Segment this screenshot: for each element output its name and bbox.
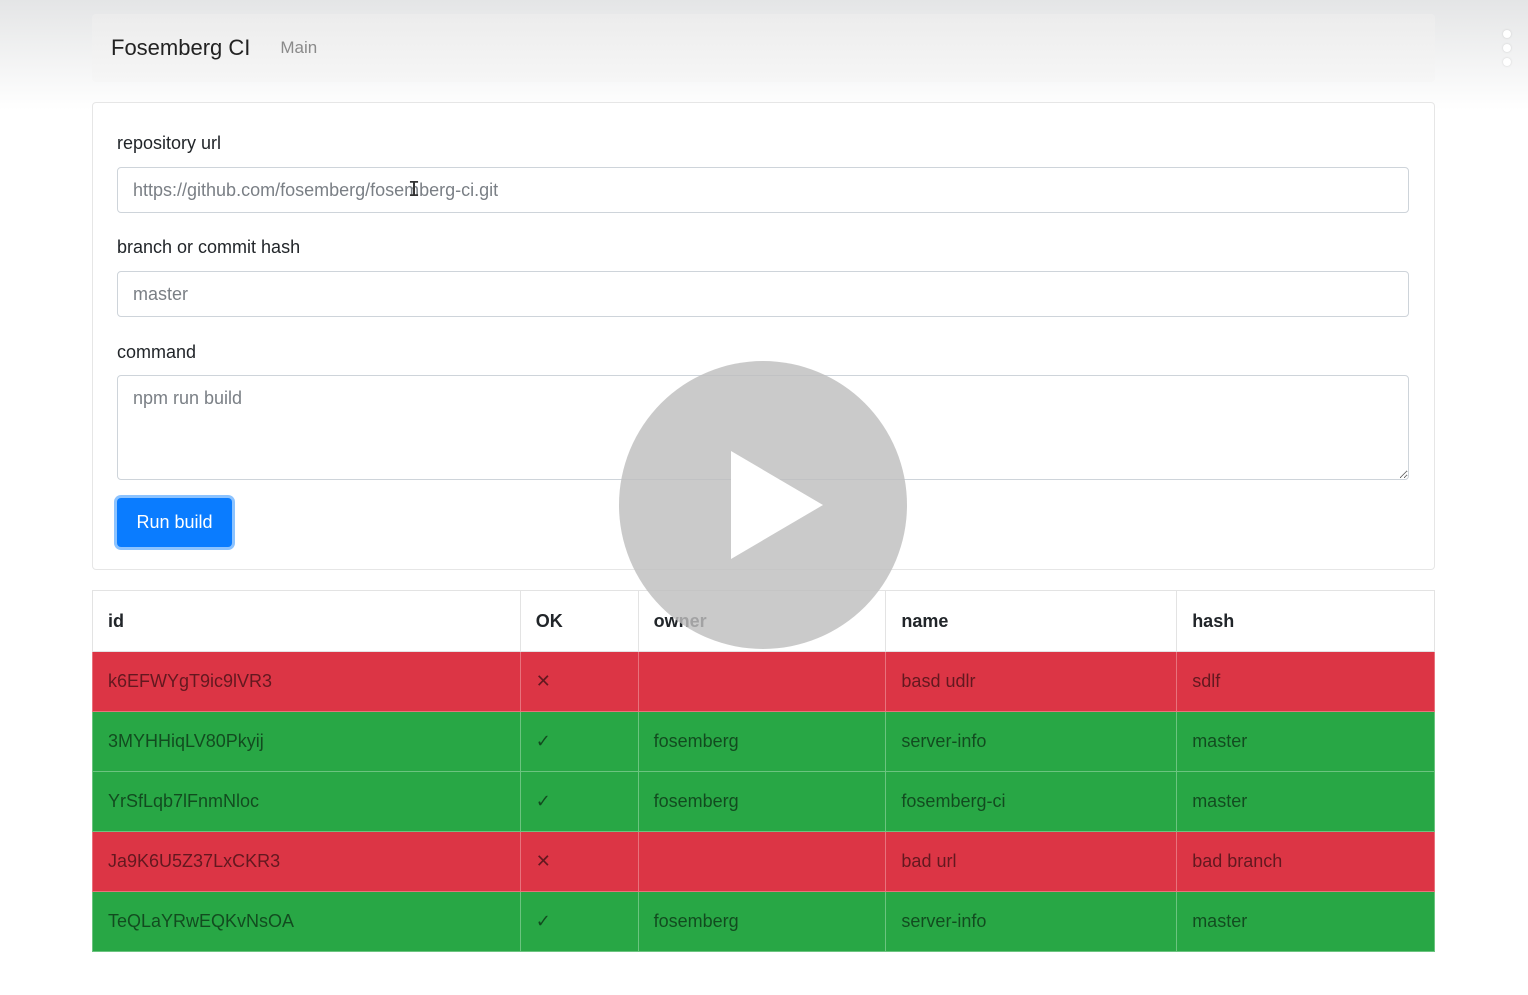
build-owner: fosemberg: [637, 771, 887, 832]
column-header-hash: hash: [1176, 590, 1435, 652]
build-owner: [637, 651, 887, 712]
status-fail-icon: ✕: [519, 831, 639, 892]
command-label: command: [117, 342, 197, 362]
build-id: k6EFWYgT9ic9lVR3: [92, 651, 521, 712]
build-owner: [637, 831, 887, 892]
branch-input[interactable]: [117, 271, 1409, 317]
table-row[interactable]: 3MYHHiqLV80Pkyij ✓ fosemberg server-info…: [92, 711, 1435, 772]
build-id: YrSfLqb7lFnmNloc: [92, 771, 521, 832]
build-name: server-info: [885, 711, 1178, 772]
build-hash: master: [1176, 771, 1435, 832]
brand[interactable]: Fosemberg CI: [111, 35, 250, 61]
build-name: bad url: [885, 831, 1178, 892]
build-hash: bad branch: [1176, 831, 1435, 892]
nav-link-main[interactable]: Main: [280, 38, 317, 58]
table-row[interactable]: TeQLaYRwEQKvNsOA ✓ fosemberg server-info…: [92, 891, 1435, 952]
column-header-id: id: [92, 590, 521, 652]
build-name: basd udlr: [885, 651, 1178, 712]
repo-url-label: repository url: [117, 133, 222, 153]
column-header-name: name: [885, 590, 1178, 652]
build-name: fosemberg-ci: [885, 771, 1178, 832]
status-ok-icon: ✓: [519, 711, 639, 772]
navbar: Fosemberg CI Main: [92, 14, 1435, 82]
table-row[interactable]: Ja9K6U5Z37LxCKR3 ✕ bad url bad branch: [92, 831, 1435, 892]
build-id: 3MYHHiqLV80Pkyij: [92, 711, 521, 772]
build-name: server-info: [885, 891, 1178, 952]
build-id: Ja9K6U5Z37LxCKR3: [92, 831, 521, 892]
table-row[interactable]: YrSfLqb7lFnmNloc ✓ fosemberg fosemberg-c…: [92, 771, 1435, 832]
play-icon[interactable]: [619, 361, 907, 649]
status-ok-icon: ✓: [519, 891, 639, 952]
build-owner: fosemberg: [637, 711, 887, 772]
run-build-button[interactable]: Run build: [117, 498, 232, 547]
text-cursor-icon: I: [408, 177, 421, 201]
status-fail-icon: ✕: [519, 651, 639, 712]
build-hash: sdlf: [1176, 651, 1435, 712]
build-id: TeQLaYRwEQKvNsOA: [92, 891, 521, 952]
branch-label: branch or commit hash: [117, 237, 301, 257]
build-owner: fosemberg: [637, 891, 887, 952]
more-vertical-icon[interactable]: [1500, 30, 1514, 66]
status-ok-icon: ✓: [519, 771, 639, 832]
build-hash: master: [1176, 891, 1435, 952]
repo-url-input[interactable]: [117, 167, 1409, 213]
table-row[interactable]: k6EFWYgT9ic9lVR3 ✕ basd udlr sdlf: [92, 651, 1435, 712]
build-hash: master: [1176, 711, 1435, 772]
